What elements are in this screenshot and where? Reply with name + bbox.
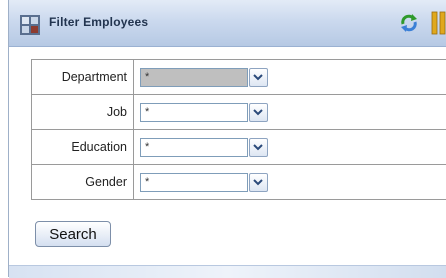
filter-form: Department * Job: [31, 59, 446, 200]
education-row: Education *: [32, 130, 446, 165]
refresh-icon[interactable]: [399, 13, 419, 33]
job-select-box[interactable]: *: [140, 103, 248, 122]
gender-select[interactable]: *: [140, 173, 268, 192]
filter-employees-window: Filter Employees Department *: [8, 0, 446, 277]
department-dropdown-button[interactable]: [249, 68, 268, 87]
education-select-box[interactable]: *: [140, 138, 248, 157]
gender-row: Gender *: [32, 165, 446, 200]
chevron-down-icon: [253, 178, 263, 186]
job-label: Job: [32, 95, 134, 130]
job-select[interactable]: *: [140, 103, 268, 122]
gender-select-box[interactable]: *: [140, 173, 248, 192]
job-select-value: *: [145, 104, 149, 121]
job-cell: *: [134, 95, 446, 130]
job-row: Job *: [32, 95, 446, 130]
search-button[interactable]: Search: [35, 221, 111, 247]
filter-form-panel: Department * Job: [9, 47, 446, 277]
department-cell: *: [134, 60, 446, 95]
gender-label: Gender: [32, 165, 134, 200]
department-row: Department *: [32, 60, 446, 95]
education-select-value: *: [145, 139, 149, 156]
gender-cell: *: [134, 165, 446, 200]
education-label: Education: [32, 130, 134, 165]
chevron-down-icon: [253, 108, 263, 116]
title-bar: Filter Employees: [9, 0, 446, 47]
gender-select-value: *: [145, 174, 149, 191]
window-title: Filter Employees: [49, 14, 148, 30]
department-label: Department: [32, 60, 134, 95]
chevron-down-icon: [253, 73, 263, 81]
education-cell: *: [134, 130, 446, 165]
department-select[interactable]: *: [140, 68, 268, 87]
job-dropdown-button[interactable]: [249, 103, 268, 122]
department-select-box[interactable]: *: [140, 68, 248, 87]
gender-dropdown-button[interactable]: [249, 173, 268, 192]
education-select[interactable]: *: [140, 138, 268, 157]
education-dropdown-button[interactable]: [249, 138, 268, 157]
chevron-down-icon: [253, 143, 263, 151]
bottom-toolbar-strip: [9, 265, 446, 278]
grid-app-icon: [20, 15, 40, 35]
department-select-value: *: [145, 69, 149, 86]
pause-icon[interactable]: [431, 11, 446, 35]
